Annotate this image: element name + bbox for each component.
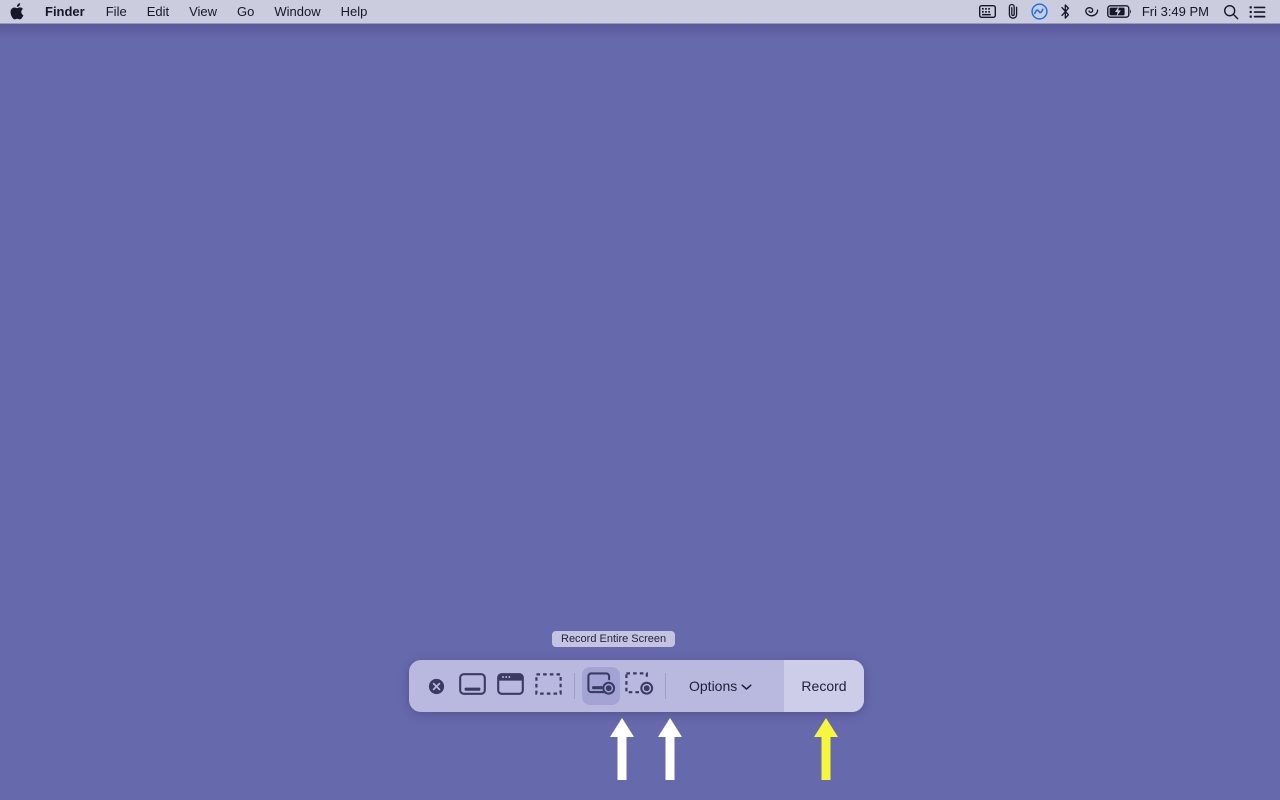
chevron-down-icon [741,678,752,694]
menu-item-window[interactable]: Window [264,0,330,23]
capture-selected-portion-button[interactable] [529,667,567,705]
dashed-rect-icon [534,672,562,700]
arrow-record-button [813,718,839,785]
control-center-icon[interactable] [1244,0,1270,23]
dashed-rect-record-icon [624,671,654,701]
arrow-record-entire-screen [609,718,635,785]
capture-entire-screen-button[interactable] [453,667,491,705]
battery-charging-icon[interactable] [1105,0,1135,23]
keyboard-brightness-icon[interactable] [975,0,1001,23]
screen-mirroring-icon[interactable] [1079,0,1105,23]
toolbar-separator-1 [574,673,575,699]
display-icon [458,672,486,700]
close-circle-icon[interactable] [423,673,449,699]
screenshot-toolbar: Options Record [409,660,864,712]
menu-item-help[interactable]: Help [331,0,378,23]
menu-item-edit[interactable]: Edit [137,0,179,23]
tooltip-record-entire-screen: Record Entire Screen [552,631,676,647]
arrow-record-selected-portion [657,718,683,785]
menu-bar-left-group: Finder File Edit View Go Window Help [0,0,377,23]
menu-bar-status-group: Fri 3:49 PM [975,0,1280,23]
cloud-sync-icon[interactable] [1027,0,1053,23]
bluetooth-icon[interactable] [1053,0,1079,23]
screenshot-toolbar-tools: Options [409,660,784,712]
menu-bar-clock[interactable]: Fri 3:49 PM [1135,0,1218,23]
record-entire-screen-button[interactable] [582,667,620,705]
capture-selected-window-button[interactable] [491,667,529,705]
window-icon [496,672,524,700]
record-button[interactable]: Record [784,660,864,712]
menu-item-view[interactable]: View [179,0,227,23]
toolbar-separator-2 [665,673,666,699]
menu-item-go[interactable]: Go [227,0,264,23]
desktop-vignette [0,24,1280,40]
menu-bar: Finder File Edit View Go Window Help Fri… [0,0,1280,24]
apple-logo-icon[interactable] [0,0,34,23]
search-icon[interactable] [1218,0,1244,23]
paperclip-icon[interactable] [1001,0,1027,23]
record-selected-portion-button[interactable] [620,667,658,705]
menu-item-finder[interactable]: Finder [34,0,96,23]
display-record-icon [586,671,616,701]
menu-item-file[interactable]: File [96,0,137,23]
options-label: Options [689,678,738,694]
options-button[interactable]: Options [673,660,766,712]
